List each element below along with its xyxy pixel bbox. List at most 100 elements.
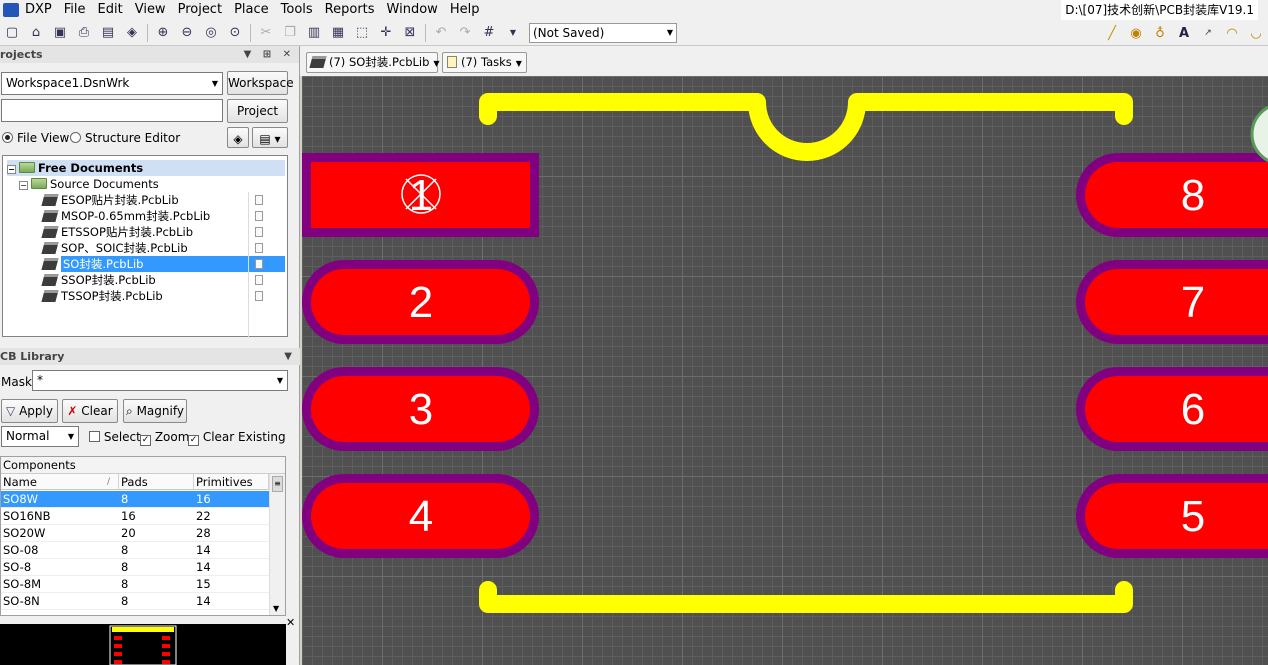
menu-window[interactable]: Window bbox=[381, 0, 444, 20]
pad-3[interactable]: 3 bbox=[302, 367, 539, 451]
table-row[interactable]: SO-08 8 14 bbox=[1, 542, 269, 559]
dxp-logo-icon[interactable] bbox=[3, 3, 19, 17]
panel-controls[interactable]: ▼ ⊞ ✕ bbox=[244, 46, 295, 63]
magnify-button[interactable]: ⌕ Magnify bbox=[123, 399, 187, 423]
page-icon bbox=[255, 259, 263, 269]
pad-label: 7 bbox=[1181, 278, 1205, 327]
select-area-icon[interactable]: ⬚ bbox=[352, 23, 372, 43]
chevron-down-icon[interactable]: ▼ bbox=[503, 23, 523, 43]
zoom-out-icon[interactable]: ⊖ bbox=[177, 23, 197, 43]
table-row[interactable]: SO20W 20 28 bbox=[1, 525, 269, 542]
menu-file[interactable]: File bbox=[58, 0, 92, 20]
zoom-area-icon[interactable]: ⊙ bbox=[225, 23, 245, 43]
pad-6[interactable]: 6 bbox=[1076, 367, 1268, 451]
pad-4[interactable]: 4 bbox=[302, 474, 539, 558]
place-string-icon[interactable]: A bbox=[1174, 23, 1194, 43]
column-header-primitives[interactable]: Primitives bbox=[194, 474, 269, 490]
project-folder-icon[interactable]: ▤ ▾ bbox=[252, 127, 288, 148]
menu-dxp[interactable]: DXP bbox=[19, 0, 58, 20]
clear-existing-label: Clear Existing bbox=[202, 430, 286, 444]
tree-root-free-documents[interactable]: − Free Documents bbox=[7, 160, 285, 176]
open-folder-icon[interactable]: ⌂ bbox=[26, 23, 46, 43]
pad-7[interactable]: 7 bbox=[1076, 260, 1268, 344]
pad-1[interactable]: 1 bbox=[302, 153, 539, 237]
zoom-checkbox[interactable]: ✓ Zoom bbox=[140, 430, 189, 446]
place-via-icon[interactable]: ♁ bbox=[1150, 23, 1170, 43]
table-row[interactable]: SO16NB 16 22 bbox=[1, 508, 269, 525]
column-header-name[interactable]: Name / bbox=[1, 474, 119, 490]
clear-button[interactable]: ✗ Clear bbox=[62, 399, 118, 423]
mask-input[interactable]: * ▼ bbox=[32, 370, 288, 391]
chevron-down-icon[interactable]: ▼ bbox=[284, 348, 296, 365]
document-tab-bar: (7) SO封装.PcbLib ▼ (7) Tasks ▼ bbox=[300, 46, 1268, 76]
layers-icon[interactable]: ◈ bbox=[122, 23, 142, 43]
table-row[interactable]: SO8W 8 16 bbox=[1, 491, 269, 508]
collapse-icon[interactable]: − bbox=[7, 165, 16, 174]
arc-edge-icon[interactable]: ◡ bbox=[1246, 23, 1266, 43]
save-icon[interactable]: ▣ bbox=[50, 23, 70, 43]
pad-5[interactable]: 5 bbox=[1076, 474, 1268, 558]
components-scrollbar[interactable]: ≡ ▼ bbox=[269, 474, 285, 615]
pcb-editor-canvas[interactable]: 1 2 3 4 8 7 6 5 bbox=[302, 76, 1268, 665]
apply-button[interactable]: ▽ Apply bbox=[1, 399, 58, 423]
set-origin-icon[interactable]: ↗ bbox=[1198, 23, 1218, 43]
menu-help[interactable]: Help bbox=[444, 0, 486, 20]
workspace-button[interactable]: Workspace bbox=[227, 71, 294, 95]
new-file-icon[interactable]: ▢ bbox=[2, 23, 22, 43]
grid-icon[interactable]: # bbox=[479, 23, 499, 43]
pad-2[interactable]: 2 bbox=[302, 260, 539, 344]
scroll-thumb[interactable]: ≡ bbox=[272, 476, 283, 492]
structure-editor-radio[interactable]: Structure Editor bbox=[70, 131, 180, 145]
deselect-icon[interactable]: ⊠ bbox=[400, 23, 420, 43]
print-preview-icon[interactable]: ▤ bbox=[98, 23, 118, 43]
table-row[interactable]: SO-8M 8 15 bbox=[1, 576, 269, 593]
scroll-down-arrow-icon[interactable]: ▼ bbox=[273, 604, 279, 613]
select-checkbox[interactable]: Select bbox=[89, 430, 141, 444]
column-header-name-label: Name bbox=[3, 475, 37, 489]
menu-place[interactable]: Place bbox=[228, 0, 275, 20]
table-row[interactable]: SO-8 8 14 bbox=[1, 559, 269, 576]
cell-primitives: 16 bbox=[196, 492, 211, 506]
tab-tasks[interactable]: (7) Tasks ▼ bbox=[442, 52, 527, 73]
redo-icon[interactable]: ↷ bbox=[455, 23, 475, 43]
project-combo[interactable] bbox=[1, 99, 223, 122]
table-row[interactable]: SO-8N 8 14 bbox=[1, 593, 269, 610]
move-icon[interactable]: ✛ bbox=[376, 23, 396, 43]
arc-center-icon[interactable]: ◠ bbox=[1222, 23, 1242, 43]
print-icon[interactable]: ⎙ bbox=[74, 23, 94, 43]
page-icon bbox=[255, 227, 263, 237]
radio-selected-icon bbox=[2, 132, 13, 143]
file-view-radio[interactable]: File View bbox=[2, 131, 69, 145]
menu-view[interactable]: View bbox=[129, 0, 172, 20]
close-preview-icon[interactable]: ✕ bbox=[286, 616, 295, 629]
checkbox-checked-icon: ✓ bbox=[140, 435, 151, 446]
zoom-fit-icon[interactable]: ◎ bbox=[201, 23, 221, 43]
paste-icon[interactable]: ▥ bbox=[304, 23, 324, 43]
cut-icon[interactable]: ✂ bbox=[256, 23, 276, 43]
collapse-icon[interactable]: − bbox=[19, 181, 28, 190]
cell-primitives: 14 bbox=[196, 543, 211, 557]
tree-group-label: Source Documents bbox=[50, 177, 159, 191]
menu-tools[interactable]: Tools bbox=[275, 0, 319, 20]
place-line-icon[interactable]: ╱ bbox=[1102, 23, 1122, 43]
page-icon bbox=[255, 195, 263, 205]
copy-icon[interactable]: ❐ bbox=[280, 23, 300, 43]
tree-group-source-documents[interactable]: − Source Documents bbox=[19, 176, 159, 192]
cell-name: SO20W bbox=[3, 526, 46, 540]
zoom-in-icon[interactable]: ⊕ bbox=[153, 23, 173, 43]
pad-8[interactable]: 8 bbox=[1076, 153, 1268, 237]
variant-status-combo[interactable]: (Not Saved) ▼ bbox=[529, 22, 677, 43]
workspace-combo[interactable]: Workspace1.DsnWrk ▼ bbox=[1, 72, 223, 95]
menu-reports[interactable]: Reports bbox=[319, 0, 381, 20]
menu-edit[interactable]: Edit bbox=[92, 0, 129, 20]
project-options-icon[interactable]: ◈ bbox=[227, 127, 249, 148]
rubber-stamp-icon[interactable]: ▦ bbox=[328, 23, 348, 43]
place-pad-icon[interactable]: ◉ bbox=[1126, 23, 1146, 43]
clear-existing-checkbox[interactable]: ✓ Clear Existing bbox=[188, 430, 286, 446]
menu-project[interactable]: Project bbox=[172, 0, 228, 20]
column-header-pads[interactable]: Pads bbox=[119, 474, 194, 490]
project-button[interactable]: Project bbox=[227, 99, 288, 123]
undo-icon[interactable]: ↶ bbox=[431, 23, 451, 43]
tab-so-pcblib[interactable]: (7) SO封装.PcbLib ▼ bbox=[306, 52, 440, 73]
mode-combo[interactable]: Normal ▼ bbox=[1, 426, 79, 447]
